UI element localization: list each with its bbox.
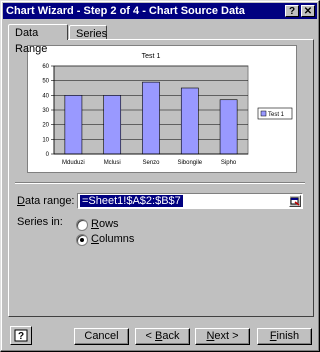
y-tick-label: 0	[46, 152, 50, 158]
data-range-value: =Sheet1!$A$2:$B$7	[80, 195, 183, 207]
columns-radio-label[interactable]: Columns	[91, 233, 134, 245]
legend-label: Test 1	[268, 112, 285, 118]
bar	[103, 95, 122, 155]
bar	[142, 81, 160, 155]
y-tick-label: 50	[42, 79, 49, 85]
x-tick-label: Mduduzi	[62, 160, 85, 166]
back-button[interactable]: < Back	[135, 328, 190, 345]
radio-selected-dot	[80, 238, 84, 242]
office-assistant-button[interactable]: ?	[10, 326, 32, 345]
x-tick-label: Senzo	[142, 160, 160, 166]
y-tick-label: 30	[42, 108, 49, 114]
rows-radio-label[interactable]: Rows	[91, 218, 119, 230]
bar	[64, 95, 83, 155]
title-bar: Chart Wizard - Step 2 of 4 - Chart Sourc…	[3, 3, 317, 19]
rows-radio[interactable]	[76, 219, 88, 231]
y-tick-label: 10	[42, 137, 49, 143]
y-tick-label: 20	[42, 123, 49, 129]
chart-title: Test 1	[142, 53, 161, 60]
svg-text:?: ?	[18, 331, 24, 342]
collapse-dialog-button[interactable]	[289, 195, 301, 207]
bar	[180, 87, 199, 155]
y-tick-label: 60	[42, 64, 49, 70]
x-tick-label: Sibongile	[177, 160, 202, 166]
chart-svg: Test 1 0 10 20 30 40 50 60 Mduduzi Mclusi Senzo Sib…	[42, 53, 293, 166]
finish-button[interactable]: Finish	[257, 328, 312, 345]
next-button[interactable]: Next >	[195, 328, 250, 345]
cancel-button[interactable]: Cancel	[74, 328, 129, 345]
tab-data-range[interactable]: Data Range	[8, 24, 68, 55]
bar	[219, 99, 238, 155]
window-title: Chart Wizard - Step 2 of 4 - Chart Sourc…	[6, 5, 245, 17]
x-tick-label: Sipho	[221, 160, 237, 166]
data-range-input[interactable]: =Sheet1!$A$2:$B$7	[77, 193, 303, 209]
columns-radio[interactable]	[76, 234, 88, 246]
x-tick-label: Mclusi	[104, 160, 121, 166]
series-in-label: Series in:	[17, 216, 63, 228]
help-icon: ?	[14, 329, 28, 342]
chart-preview: Test 1 0 10 20 30 40 50 60 Mduduzi Mclusi Senzo Sib…	[27, 45, 297, 173]
y-tick-label: 40	[42, 93, 49, 99]
close-button[interactable]: ✕	[301, 5, 315, 17]
context-help-button[interactable]: ?	[285, 5, 299, 17]
range-select-icon	[290, 197, 300, 206]
legend-swatch	[260, 110, 267, 117]
chart-wizard-dialog: Chart Wizard - Step 2 of 4 - Chart Sourc…	[0, 0, 320, 352]
data-range-label: Data range:	[17, 195, 75, 207]
separator	[15, 182, 305, 184]
tab-series[interactable]: Series	[69, 25, 107, 40]
